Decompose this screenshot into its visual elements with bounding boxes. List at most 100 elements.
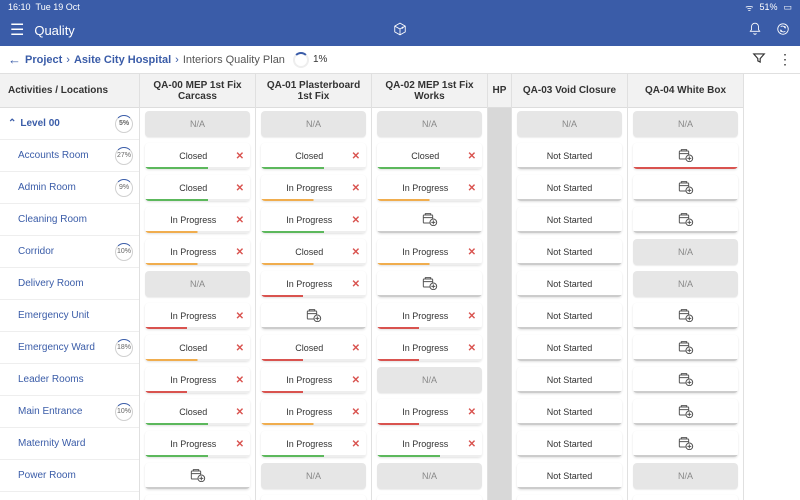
status-cell-notstarted[interactable]: Not Started [517,367,622,393]
add-cell[interactable] [633,207,738,233]
add-cell[interactable] [633,431,738,457]
status-cell[interactable]: In Progress✕ [261,271,366,297]
clear-icon[interactable]: ✕ [468,343,476,354]
status-cell-notstarted[interactable]: Not Started [517,335,622,361]
status-cell[interactable]: In Progress✕ [261,431,366,457]
status-cell[interactable]: In Progress✕ [377,175,482,201]
clear-icon[interactable]: ✕ [236,439,244,450]
status-cell[interactable]: In Progress✕ [261,175,366,201]
status-cell-notstarted[interactable]: Not Started [517,431,622,457]
cube-icon[interactable] [393,22,407,39]
status-cell[interactable]: In Progress✕ [377,431,482,457]
add-cell[interactable] [377,495,482,500]
add-cell[interactable] [633,495,738,500]
location-row[interactable]: Corridor10% [0,236,139,268]
clear-icon[interactable]: ✕ [352,439,360,450]
status-cell[interactable]: Closed✕ [145,399,250,425]
status-cell[interactable]: In Progress✕ [261,207,366,233]
location-row[interactable]: Main Entrance10% [0,396,139,428]
menu-icon[interactable]: ☰ [10,20,24,40]
clear-icon[interactable]: ✕ [352,151,360,162]
location-row[interactable]: Delivery Room [0,268,139,300]
status-cell[interactable]: Closed✕ [261,143,366,169]
bell-icon[interactable] [748,22,762,39]
status-cell-notstarted[interactable]: Not Started [517,399,622,425]
status-cell-notstarted[interactable]: Not Started [517,207,622,233]
location-row[interactable]: Accounts Room27% [0,140,139,172]
clear-icon[interactable]: ✕ [352,407,360,418]
crumb-hospital[interactable]: Asite City Hospital [74,54,171,66]
add-cell[interactable] [261,303,366,329]
add-cell[interactable] [377,207,482,233]
clear-icon[interactable]: ✕ [352,183,360,194]
status-cell[interactable]: In Progress✕ [261,495,366,500]
clear-icon[interactable]: ✕ [236,375,244,386]
location-row[interactable]: Power Room [0,460,139,492]
status-cell[interactable]: In Progress✕ [261,399,366,425]
clear-icon[interactable]: ✕ [236,183,244,194]
status-cell-notstarted[interactable]: Not Started [517,271,622,297]
clear-icon[interactable]: ✕ [236,247,244,258]
add-cell[interactable] [633,367,738,393]
status-cell[interactable]: In Progress✕ [145,239,250,265]
status-cell[interactable]: In Progress✕ [145,303,250,329]
status-cell-notstarted[interactable]: Not Started [517,303,622,329]
status-cell[interactable]: In Progress✕ [377,399,482,425]
clear-icon[interactable]: ✕ [236,311,244,322]
sync-icon[interactable] [776,22,790,39]
location-row[interactable]: Emergency Unit [0,300,139,332]
status-cell[interactable]: Closed✕ [261,239,366,265]
status-cell-notstarted[interactable]: Not Started [517,143,622,169]
clear-icon[interactable]: ✕ [468,439,476,450]
clear-icon[interactable]: ✕ [352,375,360,386]
location-row[interactable]: Stock Room [0,492,139,500]
status-cell-notstarted[interactable]: Not Started [517,239,622,265]
status-cell[interactable]: In Progress✕ [145,431,250,457]
status-cell[interactable]: In Progress✕ [145,207,250,233]
back-icon[interactable]: ← [8,52,21,67]
clear-icon[interactable]: ✕ [236,215,244,226]
status-cell[interactable]: In Progress✕ [377,303,482,329]
location-row[interactable]: Cleaning Room [0,204,139,236]
clear-icon[interactable]: ✕ [468,183,476,194]
location-level0[interactable]: ⌃Level 005% [0,108,139,140]
location-row[interactable]: Emergency Ward18% [0,332,139,364]
status-cell[interactable]: In Progress✕ [377,335,482,361]
clear-icon[interactable]: ✕ [352,343,360,354]
add-cell[interactable] [145,463,250,489]
filter-icon[interactable] [752,51,766,68]
add-cell[interactable] [377,271,482,297]
status-cell[interactable]: Closed✕ [145,335,250,361]
status-cell[interactable]: Closed✕ [261,335,366,361]
add-cell[interactable] [633,175,738,201]
more-icon[interactable]: ⋮ [778,51,792,68]
status-cell[interactable]: In Progress✕ [145,367,250,393]
add-cell[interactable] [633,399,738,425]
status-cell[interactable]: Closed✕ [377,143,482,169]
clear-icon[interactable]: ✕ [236,151,244,162]
clear-icon[interactable]: ✕ [352,279,360,290]
status-cell[interactable]: Closed✕ [145,143,250,169]
status-cell[interactable]: In Progress✕ [145,495,250,500]
clear-icon[interactable]: ✕ [468,151,476,162]
status-cell-notstarted[interactable]: Not Started [517,495,622,500]
clear-icon[interactable]: ✕ [236,407,244,418]
clear-icon[interactable]: ✕ [352,247,360,258]
location-row[interactable]: Admin Room9% [0,172,139,204]
status-cell[interactable]: In Progress✕ [261,367,366,393]
crumb-project[interactable]: Project [25,54,62,66]
clear-icon[interactable]: ✕ [236,343,244,354]
clear-icon[interactable]: ✕ [468,407,476,418]
status-cell-notstarted[interactable]: Not Started [517,175,622,201]
add-cell[interactable] [633,143,738,169]
status-cell[interactable]: In Progress✕ [377,239,482,265]
location-row[interactable]: Leader Rooms [0,364,139,396]
add-cell[interactable] [633,303,738,329]
clear-icon[interactable]: ✕ [352,215,360,226]
clear-icon[interactable]: ✕ [468,247,476,258]
location-row[interactable]: Maternity Ward [0,428,139,460]
clear-icon[interactable]: ✕ [468,311,476,322]
status-cell-notstarted[interactable]: Not Started [517,463,622,489]
status-cell[interactable]: Closed✕ [145,175,250,201]
add-cell[interactable] [633,335,738,361]
